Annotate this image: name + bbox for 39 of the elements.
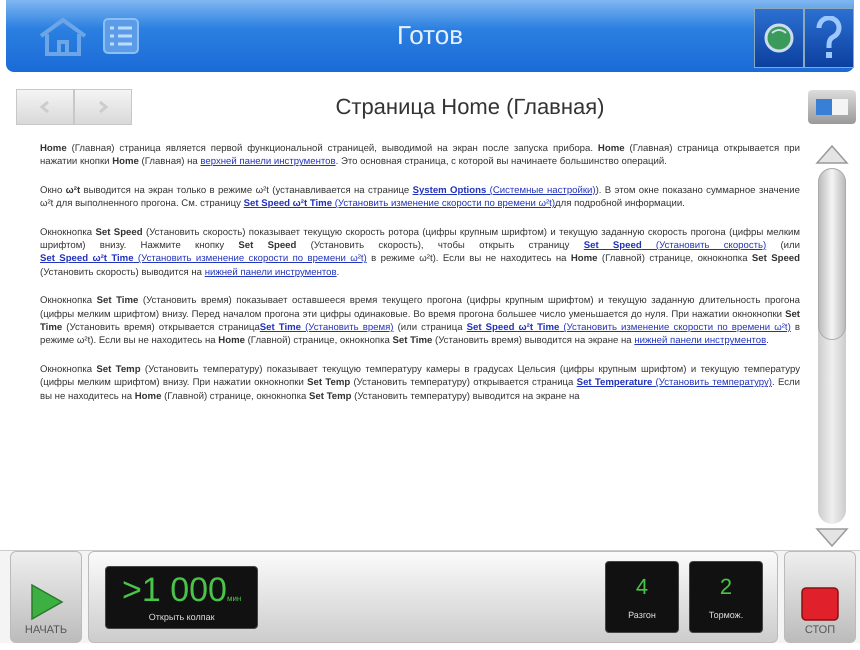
stop-button[interactable]: СТОП xyxy=(784,551,856,643)
scrollbar-thumb[interactable] xyxy=(818,168,846,340)
back-icon xyxy=(38,100,52,114)
help-link[interactable]: Set Time (Установить время) xyxy=(260,322,394,334)
page-title: Страница Home (Главная) xyxy=(334,94,606,120)
help-link[interactable]: Set Speed (Установить скорость) xyxy=(584,240,766,252)
help-link[interactable]: нижней панели инструментов xyxy=(204,266,337,278)
display-caption: Открыть колпак xyxy=(148,612,215,622)
help-paragraph: Окнокнопка Set Time (Установить время) показывает оставшееся время текущего прогона (цифры крупным шрифтом) и текущую заданную длительность прогона (цифры мелким шрифтом) внизу. Перед началом прогона эти цифры одинаковые. Во время прогона большее число уменьшается до нуля. При нажатии окнокнопки Set Time (Установить время) открывается страницаSet Time (Установить время) (или страница Set Speed ω²t Time (Установить изменение скорости по времени ω²t) в режиме ω²t). Если вы не находитесь на Home (Главной) странице, окнокнопка Set Time (Установить время) выводится на экране на нижней панели инструментов. xyxy=(40,294,800,348)
tile-caption: Разгон xyxy=(628,610,656,620)
tile-caption: Тормож. xyxy=(708,610,744,620)
toggle-button[interactable] xyxy=(808,90,856,124)
help-link[interactable]: нижней панели инструментов xyxy=(634,335,766,346)
help-link[interactable]: верхней панели инструментов xyxy=(200,156,336,168)
start-button[interactable]: НАЧАТЬ xyxy=(10,551,82,643)
scroll-down-icon[interactable] xyxy=(814,526,850,550)
help-button[interactable] xyxy=(804,8,854,68)
scroll-up-icon[interactable] xyxy=(814,142,850,166)
forward-icon xyxy=(96,100,110,114)
window-title: Готов xyxy=(396,20,464,51)
tile-value: 2 xyxy=(720,574,732,600)
help-paragraph: Home (Главная) страница является первой функциональной страницей, выводимой на экран после запуска прибора. Home (Главная) страница открывается при нажатии кнопки Home (Главная) на верхней панели инструментов. Это основная страница, с которой вы начинаете большинство операций. xyxy=(40,142,800,169)
help-link[interactable]: Set Speed ω²t Time (Установить изменение скорости по времени ω²t) xyxy=(466,322,791,334)
help-icon xyxy=(816,16,842,60)
help-paragraph: Окно ω²t выводится на экран только в режиме ω²t (устанавливается на странице System Options (Системные настройки)). В этом окне показано суммарное значение ω²t для выполненного прогона. См. страницу Set Speed ω²t Time (Установить изменение скорости по времени ω²t)для подробной информации. xyxy=(40,184,800,211)
stop-icon xyxy=(800,586,840,622)
help-link[interactable]: System Options (Системные настройки) xyxy=(412,184,596,196)
toggle-icon xyxy=(815,97,849,117)
rate-tile[interactable]: 2 Тормож. xyxy=(689,561,763,633)
help-paragraph: Окнокнопка Set Speed (Установить скорость) показывает текущую скорость ротора (цифры крупным шрифтом) и текущую заданную скорость прогона (цифры мелким шрифтом) внизу. Нажмите кнопку Set Speed (Установить скорость), чтобы открыть страницу Set Speed (Установить скорость) (или Set Speed ω²t Time (Установить изменение скорости по времени ω²t) в режиме ω²t). Если вы не находитесь на Home (Главной) странице, окнокнопка Set Speed (Установить скорость) выводится на нижней панели инструментов. xyxy=(40,226,800,280)
help-link[interactable]: Set Speed ω²t Time (Установить изменение скорости по времени ω²t) xyxy=(40,253,367,264)
lid-display[interactable]: >1 000 мин Открыть колпак xyxy=(105,566,258,628)
help-link[interactable]: Set Temperature (Установить температуру) xyxy=(576,377,772,388)
rate-tile[interactable]: 4 Разгон xyxy=(605,561,679,633)
tile-value: 4 xyxy=(636,574,648,600)
language-button[interactable] xyxy=(754,8,804,68)
help-paragraph: Окнокнопка Set Temp (Установить температуру) показывает текущую температуру камеры в градусах Цельсия (цифры крупным шрифтом) и текущую температуру (цифры мелким шрифтом) внизу. При нажатии окнокнопки Set Temp (Установить температуру) открывается страница Set Temperature (Установить температуру). Если вы не находитесь на Home (Главной) странице, окнокнопка Set Temp (Установить температуру) выводится на экране на xyxy=(40,362,800,404)
display-value: >1 000 мин xyxy=(122,570,242,610)
help-link[interactable]: Set Speed ω²t Time (Установить изменение скорости по времени ω²t) xyxy=(244,198,556,210)
